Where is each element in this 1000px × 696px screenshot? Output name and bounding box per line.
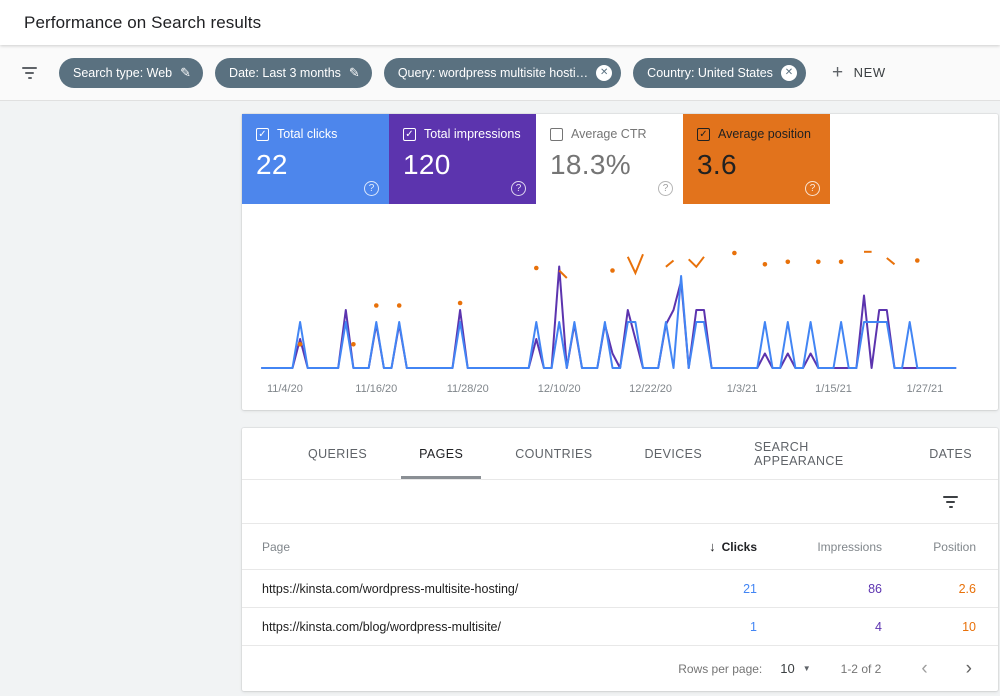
new-filter-button[interactable]: + NEW [832,62,886,84]
rows-per-page-value: 10 [780,661,794,676]
svg-text:12/22/20: 12/22/20 [629,383,672,395]
title-bar: Performance on Search results [0,0,1000,45]
clicks-value: 1 [643,620,763,634]
filter-chip-country[interactable]: Country: United States ✕ [633,58,806,88]
previous-page-icon[interactable]: ‹ [917,659,931,678]
performance-chart[interactable]: 11/4/20 11/16/20 11/28/20 12/10/20 12/22/20 1… [248,220,992,400]
next-page-icon[interactable]: › [962,659,976,678]
pagination-range: 1-2 of 2 [841,662,882,676]
help-icon[interactable]: ? [364,181,379,196]
remove-icon[interactable]: ✕ [781,65,797,81]
tab-devices[interactable]: DEVICES [618,428,728,479]
metric-label: Average position [718,127,811,141]
filter-chip-query[interactable]: Query: wordpress multisite hosti… ✕ [384,58,621,88]
help-icon[interactable]: ? [805,181,820,196]
metric-label: Total clicks [277,127,337,141]
svg-text:11/28/20: 11/28/20 [447,383,489,395]
metric-value: 22 [256,149,375,181]
checkbox-checked-icon[interactable]: ✓ [403,128,416,141]
svg-text:12/10/20: 12/10/20 [538,383,581,395]
dimension-tabs: QUERIES PAGES COUNTRIES DEVICES SEARCH A… [242,428,998,480]
dimensions-table-card: QUERIES PAGES COUNTRIES DEVICES SEARCH A… [242,428,998,691]
metric-label: Average CTR [571,127,647,141]
metric-value: 120 [403,149,522,181]
metric-tile-total-clicks[interactable]: ✓ Total clicks 22 ? [242,114,389,204]
filter-icon[interactable] [22,64,37,82]
edit-icon[interactable]: ✎ [349,65,363,81]
edit-icon[interactable]: ✎ [180,65,194,81]
rows-per-page-select[interactable]: 10 ▼ [780,661,810,676]
svg-text:1/15/21: 1/15/21 [815,383,852,395]
metric-tile-average-ctr[interactable]: Average CTR 18.3% ? [536,114,683,204]
rows-per-page-label: Rows per page: [678,662,762,676]
checkbox-checked-icon[interactable]: ✓ [697,128,710,141]
svg-text:11/4/20: 11/4/20 [267,383,303,395]
dropdown-arrow-icon: ▼ [803,664,811,673]
filter-chip-search-type[interactable]: Search type: Web ✎ [59,58,203,88]
impressions-value: 86 [763,582,888,596]
tab-search-appearance[interactable]: SEARCH APPEARANCE [728,428,903,479]
table-pagination: Rows per page: 10 ▼ 1-2 of 2 ‹ › [242,645,998,691]
chip-label: Country: United States [647,66,773,80]
column-header-impressions[interactable]: Impressions [763,540,888,554]
metric-value: 18.3% [550,149,669,181]
column-header-page[interactable]: Page [242,540,643,554]
metric-tile-total-impressions[interactable]: ✓ Total impressions 120 ? [389,114,536,204]
metric-tile-average-position[interactable]: ✓ Average position 3.6 ? [683,114,830,204]
checkbox-checked-icon[interactable]: ✓ [256,128,269,141]
page-title: Performance on Search results [24,13,261,33]
chip-label: Search type: Web [73,66,172,80]
table-header-row: Page ↓Clicks Impressions Position [242,524,998,569]
checkbox-unchecked-icon[interactable] [550,128,563,141]
sort-descending-icon: ↓ [709,539,716,554]
help-icon[interactable]: ? [658,181,673,196]
new-filter-label: NEW [854,65,886,80]
column-header-position[interactable]: Position [888,540,998,554]
tab-countries[interactable]: COUNTRIES [489,428,618,479]
svg-text:11/16/20: 11/16/20 [355,383,397,395]
page-url[interactable]: https://kinsta.com/blog/wordpress-multis… [242,620,643,634]
tab-pages[interactable]: PAGES [393,428,489,479]
tab-queries[interactable]: QUERIES [282,428,393,479]
metric-value: 3.6 [697,149,816,181]
table-toolbar [242,480,998,524]
filter-chip-date[interactable]: Date: Last 3 months ✎ [215,58,372,88]
impressions-value: 4 [763,620,888,634]
svg-text:1/27/21: 1/27/21 [907,383,944,395]
chip-label: Query: wordpress multisite hosti… [398,66,588,80]
table-filter-icon[interactable] [943,493,958,511]
metric-tiles: ✓ Total clicks 22 ? ✓ Total impressions … [242,114,998,204]
position-value: 10 [888,620,998,634]
add-icon: + [832,62,844,84]
column-header-clicks[interactable]: ↓Clicks [643,539,763,554]
filter-bar: Search type: Web ✎ Date: Last 3 months ✎… [0,45,1000,101]
svg-text:1/3/21: 1/3/21 [727,383,758,395]
tab-dates[interactable]: DATES [903,428,998,479]
table-row[interactable]: https://kinsta.com/blog/wordpress-multis… [242,607,998,645]
clicks-value: 21 [643,582,763,596]
chip-label: Date: Last 3 months [229,66,341,80]
chart-area: 11/4/20 11/16/20 11/28/20 12/10/20 12/22/20 1… [242,204,998,405]
metric-label: Total impressions [424,127,521,141]
help-icon[interactable]: ? [511,181,526,196]
performance-chart-card: ✓ Total clicks 22 ? ✓ Total impressions … [242,114,998,410]
remove-icon[interactable]: ✕ [596,65,612,81]
position-value: 2.6 [888,582,998,596]
table-row[interactable]: https://kinsta.com/wordpress-multisite-h… [242,569,998,607]
page-url[interactable]: https://kinsta.com/wordpress-multisite-h… [242,582,643,596]
